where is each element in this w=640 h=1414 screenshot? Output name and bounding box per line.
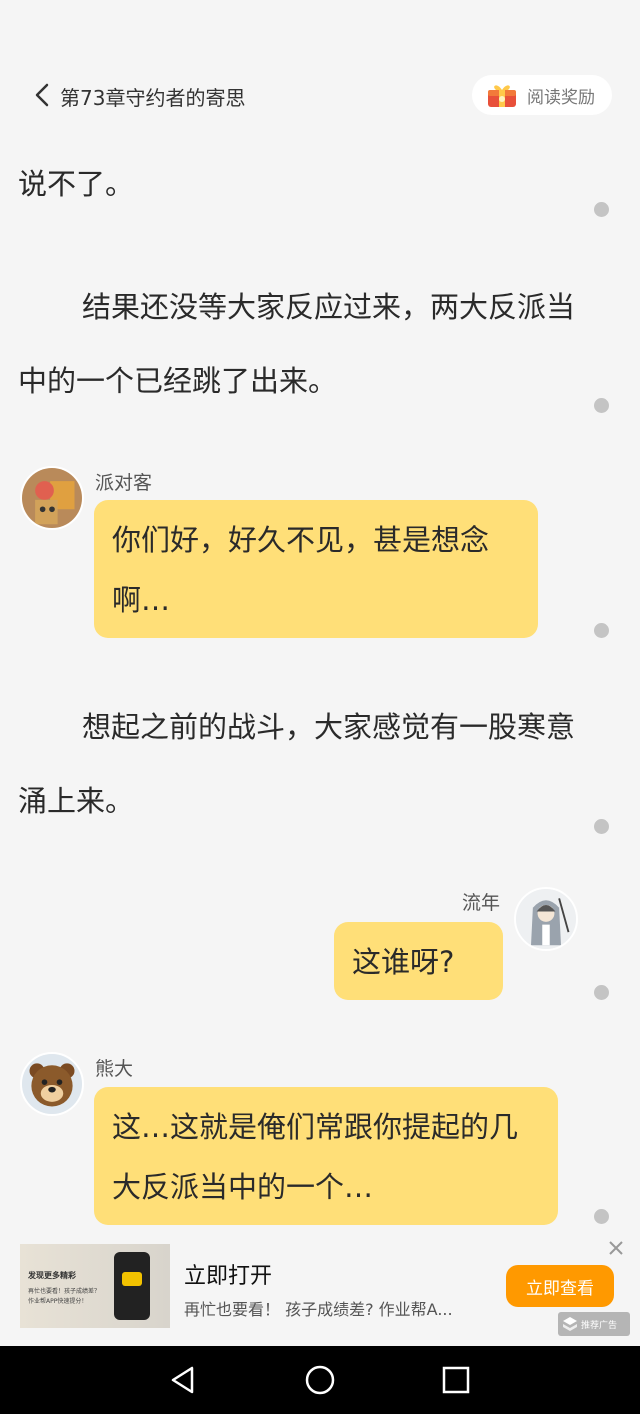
story-paragraph: 结果还没等大家反应过来，两大反派当中的一个已经跳了出来。 bbox=[18, 290, 576, 398]
ad-image[interactable]: 发现更多精彩 再忙也要看！孩子成绩差？ 作业帮APP快速提分！ bbox=[20, 1244, 170, 1328]
nav-home-icon bbox=[305, 1365, 335, 1395]
reader-header: 第73章守约者的寄思 阅读奖励 bbox=[0, 70, 640, 122]
nav-back-icon bbox=[171, 1366, 194, 1394]
nav-home-button[interactable] bbox=[303, 1363, 337, 1397]
paragraph-comment-dot[interactable] bbox=[594, 623, 609, 638]
swordsman-avatar-icon bbox=[516, 889, 576, 949]
nav-recents-icon bbox=[442, 1366, 470, 1394]
avatar[interactable] bbox=[514, 887, 578, 951]
chat-bubble: 这…这就是俺们常跟你提起的几大反派当中的一个… bbox=[94, 1087, 558, 1225]
reading-reward-button[interactable]: 阅读奖励 bbox=[472, 75, 612, 115]
ad-image-text: 作业帮APP快速提分！ bbox=[28, 1298, 88, 1305]
chat-bubble: 你们好，好久不见，甚是想念啊… bbox=[94, 500, 538, 638]
avatar[interactable] bbox=[20, 1052, 84, 1116]
ad-tag-label: 推荐广告 bbox=[581, 1320, 618, 1331]
avatar[interactable] bbox=[20, 466, 84, 530]
ad-description: 再忙也要看！ 孩子成绩差? 作业帮A... bbox=[184, 1300, 453, 1319]
back-button[interactable] bbox=[28, 80, 58, 110]
paragraph-comment-dot[interactable] bbox=[594, 202, 609, 217]
ad-image-title: 发现更多精彩 bbox=[28, 1271, 76, 1280]
nav-back-button[interactable] bbox=[166, 1363, 200, 1397]
paragraph-comment-dot[interactable] bbox=[594, 819, 609, 834]
ad-cta-button[interactable]: 立即查看 bbox=[506, 1265, 614, 1307]
character-name: 派对客 bbox=[95, 472, 153, 494]
ad-tag: 推荐广告 bbox=[558, 1312, 630, 1336]
character-name: 流年 bbox=[462, 892, 501, 914]
party-character-avatar-icon bbox=[22, 468, 82, 528]
chevron-left-icon bbox=[35, 83, 49, 107]
chapter-title: 第73章守约者的寄思 bbox=[60, 86, 246, 110]
ad-image-text: 再忙也要看！孩子成绩差？ bbox=[28, 1288, 101, 1295]
character-name: 熊大 bbox=[95, 1058, 134, 1080]
story-paragraph: 想起之前的战斗，大家感觉有一股寒意涌上来。 bbox=[18, 710, 576, 818]
system-navigation-bar bbox=[0, 1346, 640, 1414]
paragraph-comment-dot[interactable] bbox=[594, 985, 609, 1000]
ad-logo-icon bbox=[563, 1317, 577, 1331]
paragraph-comment-dot[interactable] bbox=[594, 398, 609, 413]
reward-label: 阅读奖励 bbox=[527, 87, 595, 108]
story-paragraph: 说不了。 bbox=[18, 167, 135, 201]
close-icon[interactable] bbox=[606, 1238, 626, 1258]
bear-avatar-icon bbox=[22, 1054, 82, 1114]
ad-banner[interactable]: 发现更多精彩 再忙也要看！孩子成绩差？ 作业帮APP快速提分！ 立即打开 再忙也… bbox=[0, 1232, 640, 1344]
nav-recents-button[interactable] bbox=[439, 1363, 473, 1397]
phone-illustration bbox=[114, 1252, 150, 1320]
ad-title[interactable]: 立即打开 bbox=[184, 1258, 272, 1290]
chat-bubble: 这谁呀? bbox=[334, 922, 503, 1000]
paragraph-comment-dot[interactable] bbox=[594, 1209, 609, 1224]
gift-icon bbox=[488, 85, 516, 107]
